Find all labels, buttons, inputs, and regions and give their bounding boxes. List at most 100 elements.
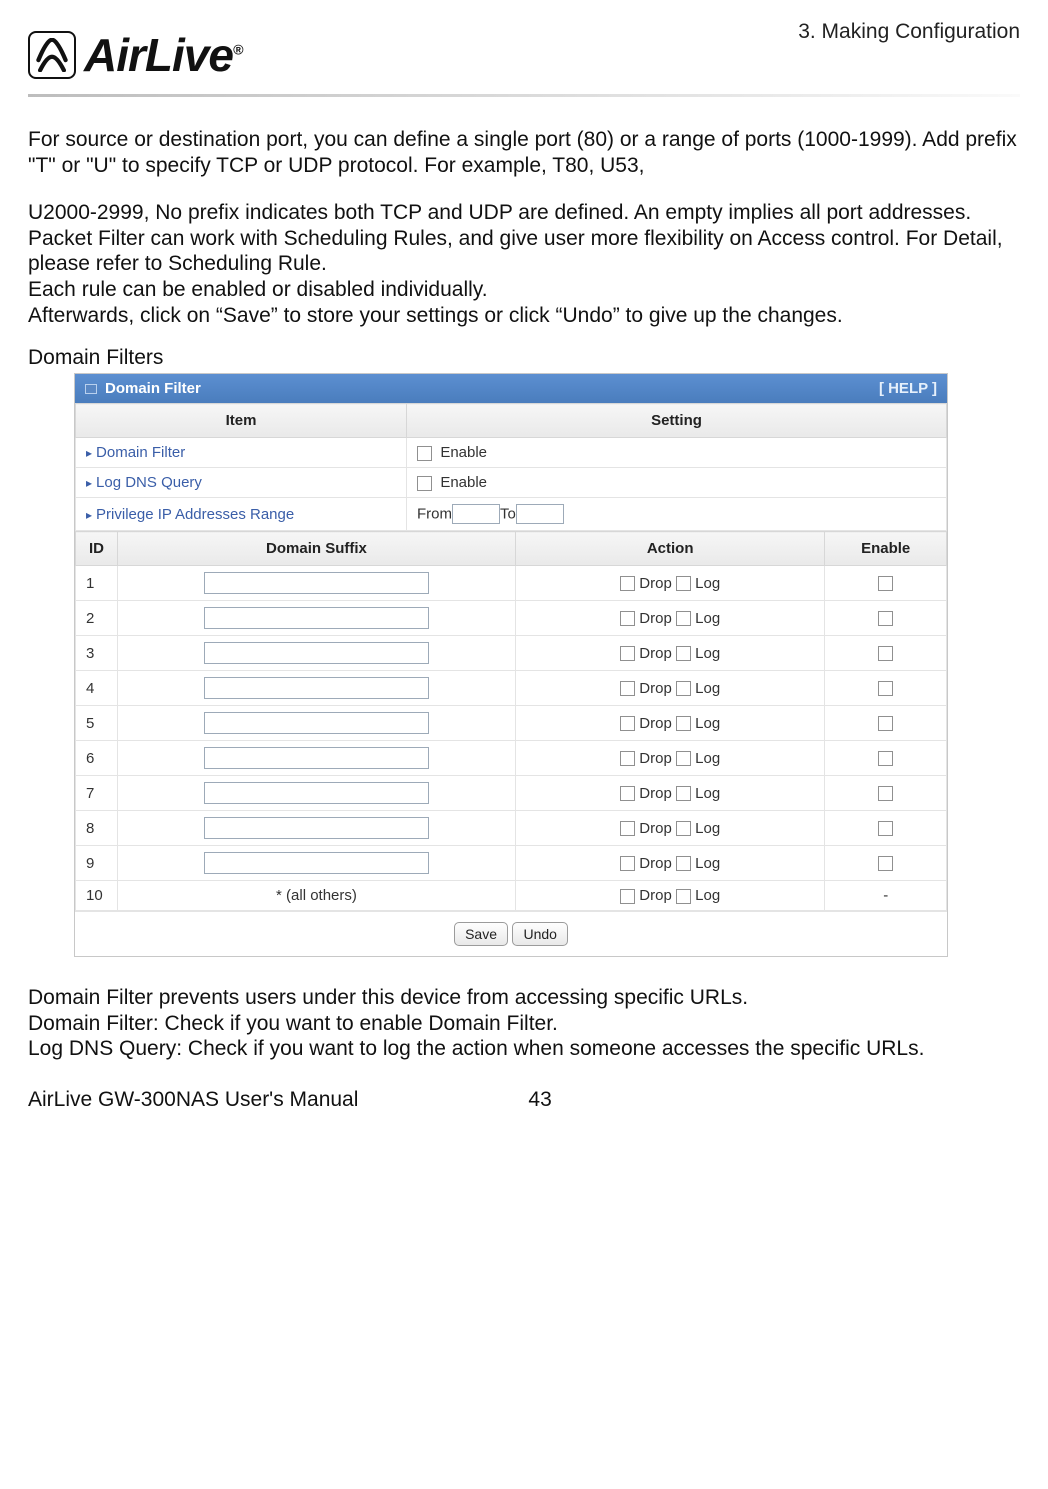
save-button[interactable]: Save (454, 922, 508, 946)
drop-checkbox[interactable] (620, 576, 635, 591)
log-checkbox[interactable] (676, 646, 691, 661)
domain-suffix-input[interactable] (204, 712, 429, 734)
drop-label: Drop (639, 820, 672, 837)
privilege-to-input[interactable] (516, 504, 564, 524)
trademark-icon: ® (233, 42, 242, 58)
table-row: 6 Drop Log (76, 741, 947, 776)
drop-checkbox[interactable] (620, 821, 635, 836)
help-link[interactable]: [ HELP ] (879, 380, 937, 397)
row-id: 10 (76, 881, 118, 911)
table-row: 8 Drop Log (76, 811, 947, 846)
table-row: 9 Drop Log (76, 846, 947, 881)
outro-paragraph-3: Log DNS Query: Check if you want to log … (28, 1036, 1020, 1062)
header-divider (28, 94, 1020, 97)
footer-manual: AirLive GW-300NAS User's Manual (28, 1088, 358, 1112)
log-checkbox[interactable] (676, 751, 691, 766)
row-id: 8 (76, 811, 118, 846)
panel-title: Domain Filter (105, 380, 201, 397)
domain-suffix-input[interactable] (204, 817, 429, 839)
drop-checkbox[interactable] (620, 646, 635, 661)
drop-label: Drop (639, 610, 672, 627)
enable-checkbox[interactable] (878, 716, 893, 731)
enable-checkbox[interactable] (878, 646, 893, 661)
enable-dash: - (825, 881, 947, 911)
log-checkbox[interactable] (676, 856, 691, 871)
brand-text-2: Live (145, 29, 233, 81)
drop-checkbox[interactable] (620, 856, 635, 871)
outro-paragraph-2: Domain Filter: Check if you want to enab… (28, 1011, 1020, 1037)
enable-checkbox[interactable] (878, 821, 893, 836)
enable-checkbox[interactable] (878, 611, 893, 626)
table-row: 5 Drop Log (76, 706, 947, 741)
brand-text-1: Air (84, 29, 145, 81)
enable-checkbox[interactable] (878, 856, 893, 871)
domain-suffix-input[interactable] (204, 607, 429, 629)
enable-checkbox[interactable] (878, 681, 893, 696)
table-row-last: 10 * (all others) Drop Log - (76, 881, 947, 911)
drop-checkbox[interactable] (620, 611, 635, 626)
log-checkbox[interactable] (676, 611, 691, 626)
row-id: 9 (76, 846, 118, 881)
header-id: ID (76, 532, 118, 566)
chapter-heading: 3. Making Configuration (798, 20, 1020, 44)
chevron-right-icon: ▸ (86, 446, 92, 460)
log-label: Log (695, 750, 720, 767)
intro-paragraph-4: Afterwards, click on “Save” to store you… (28, 303, 1020, 329)
domain-filter-enable-checkbox[interactable] (417, 446, 432, 461)
outro-text: Domain Filter prevents users under this … (28, 985, 1020, 1062)
domain-suffix-input[interactable] (204, 677, 429, 699)
log-label: Log (695, 820, 720, 837)
log-checkbox[interactable] (676, 786, 691, 801)
chevron-right-icon: ▸ (86, 508, 92, 522)
enable-checkbox[interactable] (878, 751, 893, 766)
drop-checkbox[interactable] (620, 751, 635, 766)
drop-checkbox[interactable] (620, 716, 635, 731)
table-row: 4 Drop Log (76, 671, 947, 706)
log-dns-enable-checkbox[interactable] (417, 476, 432, 491)
log-checkbox[interactable] (676, 716, 691, 731)
intro-paragraph-3: Each rule can be enabled or disabled ind… (28, 277, 1020, 303)
all-others-label: * (all others) (118, 881, 516, 911)
enable-checkbox[interactable] (878, 786, 893, 801)
log-dns-enable-label: Enable (440, 474, 487, 491)
log-checkbox[interactable] (676, 821, 691, 836)
domain-suffix-input[interactable] (204, 572, 429, 594)
chevron-right-icon: ▸ (86, 476, 92, 490)
table-row: 3 Drop Log (76, 636, 947, 671)
row-id: 2 (76, 601, 118, 636)
row-id: 4 (76, 671, 118, 706)
domain-suffix-input[interactable] (204, 782, 429, 804)
log-checkbox[interactable] (676, 681, 691, 696)
header-action: Action (515, 532, 824, 566)
row-id: 5 (76, 706, 118, 741)
log-label: Log (695, 785, 720, 802)
log-checkbox[interactable] (676, 889, 691, 904)
drop-label: Drop (639, 750, 672, 767)
drop-checkbox[interactable] (620, 889, 635, 904)
outro-paragraph-1: Domain Filter prevents users under this … (28, 985, 1020, 1011)
header-item: Item (76, 404, 407, 438)
drop-label: Drop (639, 715, 672, 732)
header-enable: Enable (825, 532, 947, 566)
item-privilege-range: Privilege IP Addresses Range (96, 506, 294, 523)
enable-checkbox[interactable] (878, 576, 893, 591)
privilege-from-input[interactable] (452, 504, 500, 524)
drop-label: Drop (639, 575, 672, 592)
domain-suffix-input[interactable] (204, 642, 429, 664)
drop-label: Drop (639, 887, 672, 904)
brand-logo: AirLive® (28, 28, 242, 82)
table-row: 7 Drop Log (76, 776, 947, 811)
drop-checkbox[interactable] (620, 786, 635, 801)
drop-checkbox[interactable] (620, 681, 635, 696)
domain-suffix-input[interactable] (204, 852, 429, 874)
intro-paragraph-2: U2000-2999, No prefix indicates both TCP… (28, 200, 1020, 277)
log-label: Log (695, 575, 720, 592)
undo-button[interactable]: Undo (512, 922, 567, 946)
log-label: Log (695, 887, 720, 904)
domain-suffix-input[interactable] (204, 747, 429, 769)
intro-paragraph-1: For source or destination port, you can … (28, 127, 1020, 178)
log-checkbox[interactable] (676, 576, 691, 591)
row-id: 7 (76, 776, 118, 811)
from-label: From (417, 506, 452, 523)
to-label: To (500, 506, 516, 523)
